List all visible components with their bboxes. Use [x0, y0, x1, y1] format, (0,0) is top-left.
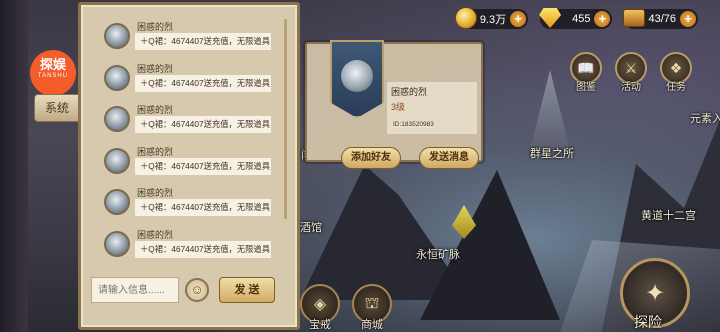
profile-avatar	[341, 60, 373, 92]
chat-message: 困惑的烈 ＋Q裙：4674407送充值，无限道具	[91, 98, 287, 140]
sender-name: 困惑的烈	[137, 22, 174, 32]
stamina-resource: 43/76 +	[623, 9, 698, 29]
avatar[interactable]	[104, 189, 130, 215]
profile-name: 困惑的烈	[391, 87, 428, 97]
message-text: ＋Q裙：4674407送充值，无限道具	[135, 240, 271, 258]
avatar[interactable]	[104, 64, 130, 91]
add-diamond-button[interactable]: +	[594, 11, 611, 27]
nav-ring[interactable]: ◈ 宝戒	[298, 284, 342, 332]
send-message-button[interactable]: 发送消息	[419, 147, 479, 169]
profile-level: 3级	[391, 102, 406, 112]
profile-id: ID:183520983	[391, 121, 436, 128]
gold-coin-icon	[452, 4, 480, 32]
gold-resource: 9.3万 +	[454, 7, 529, 29]
side-menu-quests[interactable]: ❖ 任务	[656, 52, 696, 93]
emoji-button[interactable]: ☺	[185, 278, 209, 302]
side-menu-label: 任务	[666, 82, 686, 93]
chat-panel: 困惑的烈 ＋Q裙：4674407送充值，无限道具 困惑的烈 ＋Q裙：467440…	[78, 2, 300, 330]
avatar[interactable]	[104, 230, 130, 257]
chat-message: 困惑的烈 ＋Q裙：4674407送充值，无限道具	[91, 223, 287, 265]
gold-value: 9.3万	[479, 14, 507, 26]
map-label-elements[interactable]: 元素入	[690, 110, 720, 126]
sender-name: 困惑的烈	[137, 229, 174, 240]
add-gold-button[interactable]: +	[510, 11, 527, 27]
avatar[interactable]	[104, 23, 130, 49]
star-place-spire	[530, 70, 570, 150]
map-label-tavern[interactable]: 酒馆	[300, 219, 322, 235]
nav-ring-label: 宝戒	[309, 319, 331, 331]
message-text: ＋Q裙：4674407送充值，无限道具	[135, 157, 271, 175]
nav-shop[interactable]: ⛫ 商城	[350, 284, 394, 332]
profile-banner	[330, 40, 384, 118]
map-label-zodiac[interactable]: 黄道十二宫	[641, 207, 696, 223]
send-button[interactable]: 发 送	[219, 277, 275, 303]
logo-subtext: TANSHU	[37, 73, 69, 79]
message-text: ＋Q裙：4674407送充值，无限道具	[135, 74, 271, 92]
diamond-icon	[536, 4, 564, 32]
stamina-chest-icon	[620, 4, 648, 32]
left-edge-panel	[0, 0, 28, 332]
side-menu-events[interactable]: ⚔ 活动	[611, 52, 651, 93]
map-label-mine[interactable]: 永恒矿脉	[416, 246, 460, 262]
tab-system[interactable]: 系统	[34, 94, 80, 122]
diamond-resource: 455 +	[539, 8, 613, 29]
compass-icon: ✦	[644, 279, 666, 307]
stamina-value: 43/76	[648, 13, 676, 25]
chat-message: 困惑的烈 ＋Q裙：4674407送充值，无限道具	[91, 15, 287, 57]
chat-input[interactable]	[91, 277, 179, 303]
chat-message: 困惑的烈 ＋Q裙：4674407送充值，无限道具	[91, 140, 287, 182]
chat-input-row: ☺ 发 送	[91, 277, 287, 307]
chat-scrollbar[interactable]	[284, 19, 287, 219]
app-logo: 探娱 TANSHU	[30, 50, 76, 96]
sender-name: 困惑的烈	[137, 63, 174, 74]
map-label-star-place[interactable]: 群星之所	[530, 145, 574, 161]
diamond-value: 455	[572, 13, 591, 25]
side-menu-label: 活动	[621, 82, 641, 93]
explore-label: 探险	[634, 314, 662, 330]
sender-name: 困惑的烈	[137, 188, 174, 198]
chat-message-list[interactable]: 困惑的烈 ＋Q裙：4674407送充值，无限道具 困惑的烈 ＋Q裙：467440…	[91, 15, 287, 271]
message-text: ＋Q裙：4674407送充值，无限道具	[135, 33, 271, 50]
mountain	[420, 170, 560, 320]
smiley-icon: ☺	[190, 282, 204, 297]
avatar[interactable]	[104, 147, 130, 174]
chat-message: 困惑的烈 ＋Q裙：4674407送充值，无限道具	[91, 181, 287, 223]
avatar[interactable]	[104, 106, 130, 132]
side-menu-codex[interactable]: 📖 图鉴	[566, 52, 606, 93]
resource-bar: 9.3万 + 455 + 43/76 +	[454, 7, 698, 29]
sender-name: 困惑的烈	[137, 105, 174, 115]
add-stamina-button[interactable]: +	[680, 11, 696, 27]
side-menu-label: 图鉴	[576, 82, 596, 93]
message-text: ＋Q裙：4674407送充值，无限道具	[135, 199, 271, 216]
player-profile-popup: 困惑的烈 3级 ID:183520983 添加好友 发送消息	[305, 40, 483, 169]
message-text: ＋Q裙：4674407送充值，无限道具	[135, 116, 271, 133]
sender-name: 困惑的烈	[137, 146, 174, 157]
chat-message: 困惑的烈 ＋Q裙：4674407送充值，无限道具	[91, 57, 287, 99]
profile-info: 困惑的烈 3级 ID:183520983	[387, 82, 477, 134]
nav-shop-label: 商城	[361, 319, 383, 331]
add-friend-button[interactable]: 添加好友	[341, 147, 401, 169]
